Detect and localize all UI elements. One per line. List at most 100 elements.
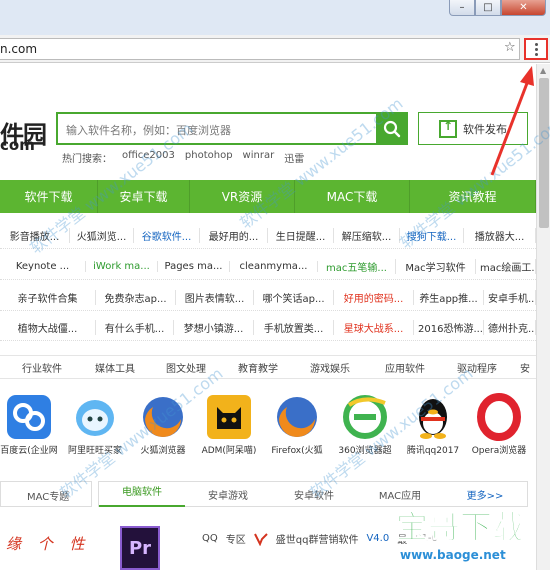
app-tile[interactable]: Firefox(火狐 bbox=[262, 393, 332, 456]
link-item[interactable]: 影音播放... bbox=[0, 228, 70, 243]
publish-software-button[interactable]: 软件发布 bbox=[418, 112, 528, 145]
link-item[interactable]: 哪个笑话ap... bbox=[254, 290, 334, 305]
ad-banner[interactable]: 缘 个 性 bbox=[0, 515, 98, 570]
search-button[interactable] bbox=[376, 112, 408, 145]
app-tile[interactable]: 腾讯qq2017 bbox=[398, 393, 468, 456]
article-tag[interactable]: QQ bbox=[202, 533, 218, 544]
link-item[interactable]: Keynote ... bbox=[0, 261, 86, 272]
scroll-thumb[interactable] bbox=[539, 78, 549, 228]
link-item[interactable]: 生日提醒... bbox=[268, 228, 334, 243]
app-tile[interactable]: 火狐浏览器 bbox=[128, 393, 198, 456]
link-item[interactable]: 图片表情软... bbox=[176, 290, 254, 305]
vk-logo-icon bbox=[253, 532, 268, 546]
maximize-button[interactable]: □ bbox=[475, 0, 501, 16]
upload-icon bbox=[439, 119, 457, 138]
url-field[interactable]: n.com ☆ bbox=[0, 38, 520, 60]
search-input[interactable]: 输入软件名称，例如：百度浏览器 bbox=[56, 112, 376, 145]
link-item[interactable]: Pages ma... bbox=[158, 261, 230, 272]
ad-text: 缘 个 性 bbox=[6, 535, 91, 553]
app-label: ADM(阿呆喵) bbox=[201, 446, 257, 456]
link-row: 影音播放... 火狐浏览... 谷歌软件... 最好用的... 生日提醒... … bbox=[0, 223, 536, 249]
app-label: 腾讯qq2017 bbox=[406, 446, 460, 456]
link-item[interactable]: 有什么手机... bbox=[96, 320, 174, 335]
link-item[interactable]: 最好用的... bbox=[200, 228, 268, 243]
page-scrollbar[interactable]: ▲ bbox=[536, 64, 550, 570]
tab-pc-software[interactable]: 电脑软件 bbox=[99, 481, 185, 507]
minimize-button[interactable]: – bbox=[449, 0, 475, 16]
publish-label: 软件发布 bbox=[463, 122, 507, 136]
browser-360-icon bbox=[341, 393, 389, 441]
link-item[interactable]: 火狐浏览... bbox=[70, 228, 134, 243]
category-tabs: 行业软件 媒体工具 图文处理 教育教学 游戏娱乐 应用软件 驱动程序 安 bbox=[0, 355, 536, 379]
category-tab[interactable]: 驱动程序 bbox=[440, 360, 514, 375]
tab-mac-topic[interactable]: MAC专题 bbox=[27, 488, 69, 503]
hot-search-link[interactable]: office2003 bbox=[122, 150, 175, 165]
link-item[interactable]: 梦想小镇游... bbox=[174, 320, 254, 335]
nav-vr[interactable]: VR资源 bbox=[190, 180, 295, 213]
link-item[interactable]: 免费杂志ap... bbox=[96, 290, 176, 305]
hot-search-link[interactable]: photohop bbox=[185, 150, 233, 165]
category-tab[interactable]: 行业软件 bbox=[0, 360, 84, 375]
link-item[interactable]: iWork ma... bbox=[86, 261, 158, 272]
app-tile[interactable]: 360浏览器超 bbox=[330, 393, 400, 456]
link-item[interactable]: 播放器大... bbox=[464, 228, 536, 243]
tab-android-games[interactable]: 安卓游戏 bbox=[185, 487, 271, 502]
article-tag[interactable]: 专区 bbox=[226, 531, 246, 546]
category-tab[interactable]: 安 bbox=[514, 360, 536, 375]
link-item[interactable]: mac绘画工... bbox=[476, 259, 536, 274]
link-item[interactable]: 德州扑克... bbox=[484, 320, 536, 335]
link-item[interactable]: mac五笔输... bbox=[318, 259, 396, 274]
link-item[interactable]: cleanmyma... bbox=[230, 261, 318, 272]
link-item[interactable]: Mac学习软件 bbox=[396, 259, 476, 274]
hot-search-row: 热门搜索： office2003 photohop winrar 迅雷 bbox=[62, 150, 304, 165]
site-logo-domain: com bbox=[0, 136, 35, 154]
link-item[interactable]: 植物大战僵... bbox=[0, 320, 96, 335]
app-tile[interactable]: 百度云(企业网 bbox=[0, 393, 64, 456]
address-bar: n.com ☆ bbox=[0, 35, 550, 63]
category-tab[interactable]: 媒体工具 bbox=[84, 360, 146, 375]
bookmark-star-icon[interactable]: ☆ bbox=[504, 40, 516, 55]
url-text: n.com bbox=[0, 42, 38, 56]
qq-penguin-icon bbox=[409, 393, 457, 441]
nav-mac[interactable]: MAC下载 bbox=[295, 180, 410, 213]
nav-android[interactable]: 安卓下载 bbox=[98, 180, 190, 213]
hot-search-link[interactable]: winrar bbox=[243, 150, 275, 165]
app-label: 百度云(企业网 bbox=[0, 446, 58, 456]
link-item[interactable]: 好用的密码... bbox=[334, 290, 414, 305]
nav-software[interactable]: 软件下载 bbox=[0, 180, 98, 213]
window-titlebar: – □ ✕ bbox=[0, 0, 550, 35]
link-item[interactable]: 亲子软件合集 bbox=[0, 290, 96, 305]
app-label: 阿里旺旺买家 bbox=[67, 446, 122, 456]
firefox-icon bbox=[139, 393, 187, 441]
scroll-up-icon[interactable]: ▲ bbox=[540, 66, 546, 75]
app-tile[interactable]: 阿里旺旺买家 bbox=[60, 393, 130, 456]
link-item[interactable]: 谷歌软件... bbox=[134, 228, 200, 243]
app-tile[interactable]: Opera浏览器 bbox=[464, 393, 534, 456]
app-tile[interactable]: ADM(阿呆喵) bbox=[194, 393, 264, 456]
nav-news[interactable]: 资讯教程 bbox=[410, 180, 536, 213]
link-row: 亲子软件合集 免费杂志ap... 图片表情软... 哪个笑话ap... 好用的密… bbox=[0, 285, 536, 311]
premiere-icon[interactable]: Pr bbox=[120, 526, 160, 570]
link-item[interactable]: 安卓手机... bbox=[484, 290, 536, 305]
article-title[interactable]: 盛世qq群营销软件 bbox=[276, 531, 359, 546]
category-tab[interactable]: 应用软件 bbox=[370, 360, 440, 375]
category-tab[interactable]: 游戏娱乐 bbox=[290, 360, 370, 375]
hot-search-link[interactable]: 迅雷 bbox=[284, 150, 304, 165]
hot-search-label: 热门搜索： bbox=[62, 154, 112, 165]
opera-icon bbox=[475, 393, 523, 441]
link-item[interactable]: 星球大战系... bbox=[334, 320, 414, 335]
menu-dot-icon bbox=[534, 42, 538, 46]
link-item[interactable]: 2016恐怖游... bbox=[414, 320, 484, 335]
menu-dot-icon bbox=[534, 47, 538, 51]
link-item[interactable]: 养生app推... bbox=[414, 290, 484, 305]
category-tab[interactable]: 图文处理 bbox=[146, 360, 226, 375]
category-tab[interactable]: 教育教学 bbox=[226, 360, 290, 375]
link-item[interactable]: 解压缩软... bbox=[334, 228, 400, 243]
app-label: Opera浏览器 bbox=[471, 446, 527, 456]
link-item[interactable]: 手机放置类... bbox=[254, 320, 334, 335]
close-button[interactable]: ✕ bbox=[501, 0, 546, 16]
tab-android-apps[interactable]: 安卓软件 bbox=[271, 487, 357, 502]
link-item[interactable]: 搜狗下载... bbox=[400, 228, 464, 243]
brand-watermark: 宝哥下载 www.baoge.net bbox=[386, 500, 536, 570]
browser-menu-button[interactable] bbox=[524, 38, 548, 60]
